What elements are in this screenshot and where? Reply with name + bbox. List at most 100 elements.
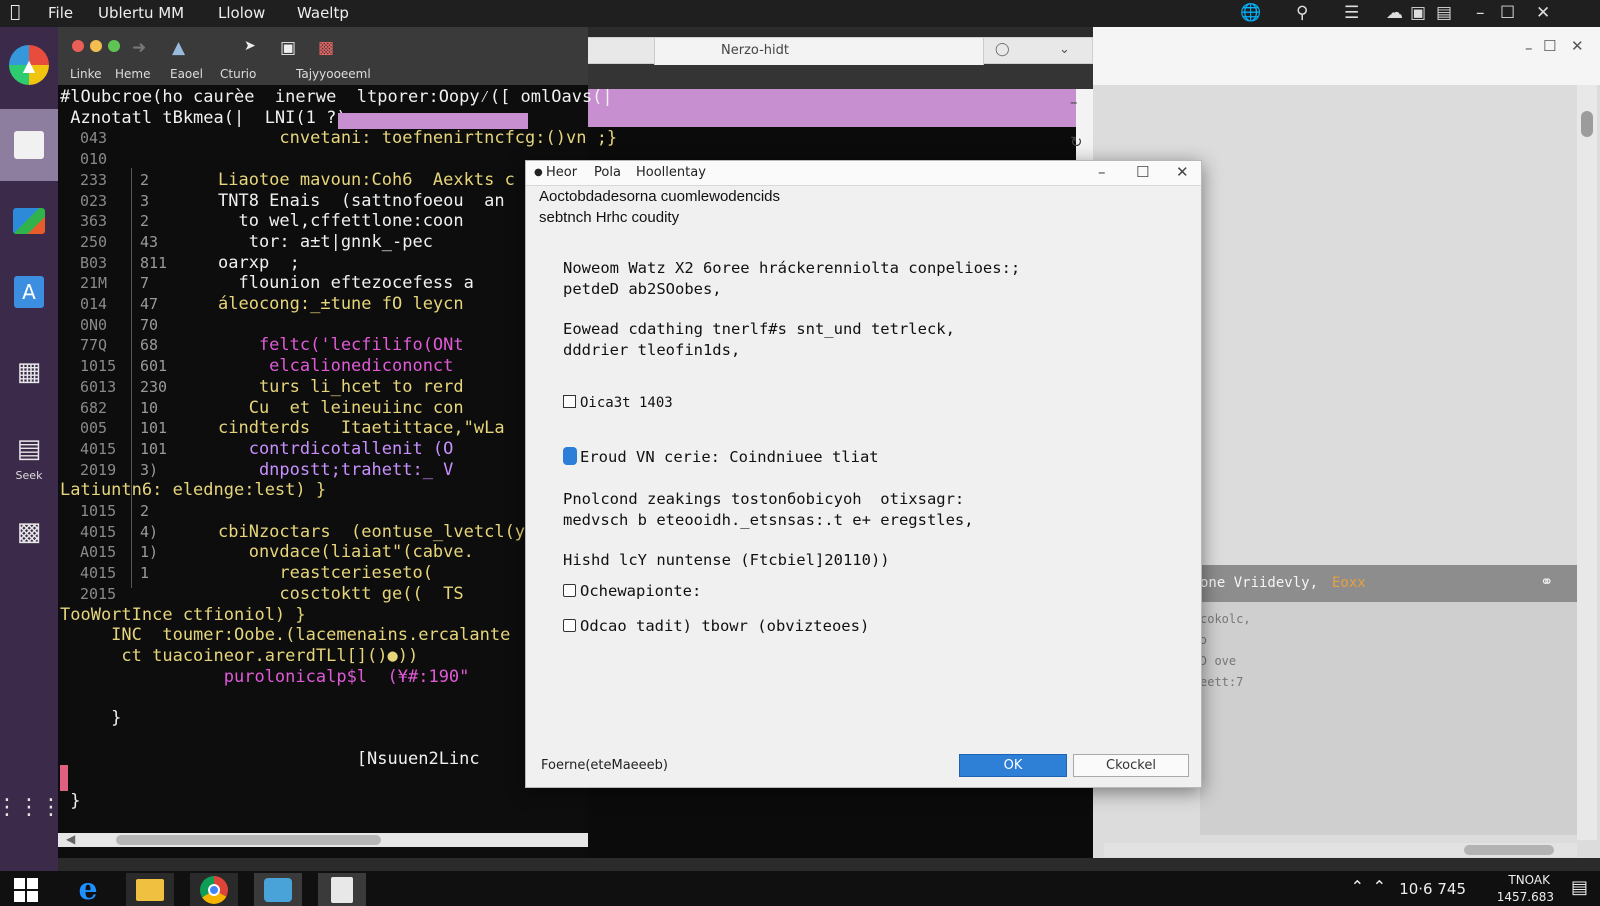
- menu-window[interactable]: Llolow: [218, 4, 265, 22]
- photos-icon[interactable]: [9, 201, 49, 241]
- radio-option[interactable]: Eroud VN cerie: Coindniuee tliat: [563, 447, 879, 466]
- seek-icon[interactable]: ▤: [9, 429, 49, 469]
- edge-browser-icon[interactable]: e: [64, 872, 112, 906]
- dialog-menu-item[interactable]: Pola: [594, 165, 621, 180]
- code-line: 010: [58, 149, 588, 170]
- list-status-icon[interactable]: ☰: [1344, 3, 1359, 23]
- ok-button[interactable]: OK: [959, 754, 1067, 777]
- camera-icon[interactable]: ▣: [280, 38, 296, 58]
- store-icon[interactable]: [254, 873, 302, 906]
- app-grid-icon[interactable]: ⋮⋮⋮: [0, 787, 62, 827]
- notification-icon[interactable]: ▤: [1571, 877, 1588, 898]
- file-explorer-icon[interactable]: [126, 873, 174, 906]
- chevron-down-icon[interactable]: ⌄: [1059, 42, 1070, 57]
- document-icon[interactable]: ▩: [9, 512, 49, 552]
- chart-icon[interactable]: ▲: [172, 38, 185, 58]
- editor-toolbar: ➜ ▲ ➤ ▣ ▩ Linke Heme Eaoel Cturio Tajyyo…: [58, 27, 588, 85]
- image-icon[interactable]: ▩: [318, 38, 334, 58]
- display-status-icon[interactable]: ▤: [1436, 3, 1452, 23]
- scroll-thumb[interactable]: [1464, 845, 1554, 855]
- tray-date[interactable]: 1457.683: [1497, 890, 1554, 904]
- minimize-icon[interactable]: –: [1476, 3, 1485, 23]
- chevron-up-icon[interactable]: ⌃: [1373, 877, 1386, 896]
- code-text: dnpostt;trahett:_ V: [218, 459, 454, 480]
- dialog-paragraph: medvsch b eteooidh._etsnsas:.t e+ eregst…: [563, 511, 974, 529]
- dialog-menu-item[interactable]: Hoollentay: [636, 165, 706, 180]
- horizontal-scrollbar[interactable]: [1104, 843, 1577, 857]
- line-number: 77Q: [80, 336, 108, 355]
- toolbar-label[interactable]: Heme: [115, 67, 150, 81]
- code-area[interactable]: #lOubcroe(ho caurèe inerwe ltporer:Oopy⁄…: [58, 87, 617, 857]
- checkbox-option[interactable]: Odcao tadit) tbowr (obvizteoes): [563, 617, 869, 635]
- checkbox[interactable]: [563, 584, 576, 597]
- browser-tab[interactable]: Nerzo-hidt ◯: [654, 38, 1010, 65]
- reload-icon[interactable]: ◯: [995, 42, 1010, 57]
- close-dot[interactable]: [72, 40, 84, 52]
- close-icon[interactable]: ✕: [1176, 163, 1189, 181]
- line-number-secondary: 601: [140, 357, 168, 376]
- vertical-scrollbar[interactable]: [1577, 85, 1597, 840]
- checkbox[interactable]: [563, 395, 576, 408]
- scroll-thumb[interactable]: [1581, 111, 1593, 137]
- minimize-icon[interactable]: –: [1525, 39, 1533, 57]
- panel-line: eett:7: [1200, 675, 1244, 689]
- maximize-icon[interactable]: ☐: [1136, 163, 1149, 181]
- minimize-dot[interactable]: [90, 40, 102, 52]
- checkbox-option[interactable]: Ochewapionte:: [563, 582, 701, 600]
- forward-icon[interactable]: ➤: [244, 38, 256, 54]
- code-line: purolonicalp$l (¥#:190": [58, 667, 588, 688]
- dialog-body: Aoctobdadesorna cuomlewodencids sebtnch …: [526, 186, 1201, 746]
- chrome-icon[interactable]: [190, 873, 238, 906]
- horizontal-scrollbar[interactable]: ◀: [58, 832, 588, 847]
- cloud-status-icon[interactable]: ☁: [1386, 3, 1403, 23]
- link-icon[interactable]: ⚭: [1540, 572, 1553, 591]
- briefcase-icon[interactable]: ▦: [9, 352, 49, 392]
- maximize-icon[interactable]: ☐: [1500, 3, 1515, 23]
- tray-time[interactable]: 10·6 745: [1399, 880, 1466, 898]
- launcher-logo-icon[interactable]: ▲: [9, 45, 49, 85]
- menu-app[interactable]: Ublertu MM: [98, 4, 184, 22]
- minimize-icon[interactable]: –: [1070, 93, 1078, 111]
- maximize-icon[interactable]: ☐: [1543, 37, 1556, 55]
- files-icon[interactable]: [0, 109, 58, 181]
- line-number: 1015: [80, 502, 117, 520]
- line-number: 0N0: [80, 315, 108, 334]
- close-icon[interactable]: ✕: [1536, 3, 1550, 23]
- globe-status-icon[interactable]: 🌐: [1240, 3, 1261, 23]
- gutter-divider: [131, 168, 132, 588]
- dialog-menu-item[interactable]: Heor: [546, 165, 577, 180]
- zoom-dot[interactable]: [108, 40, 120, 52]
- apple-logo-icon[interactable]: : [10, 2, 20, 22]
- windows-start-icon[interactable]: [2, 873, 50, 906]
- tray-label[interactable]: TNOAK: [1508, 873, 1550, 887]
- close-icon[interactable]: ✕: [1571, 37, 1584, 55]
- toolbar-label[interactable]: Eaoel: [170, 67, 203, 81]
- menu-help[interactable]: Waeltp: [297, 4, 349, 22]
- appstore-icon[interactable]: A: [9, 272, 49, 312]
- toolbar-label[interactable]: Cturio: [220, 67, 256, 81]
- code-line: 005 101 cindterds Itaetittace,"wLa: [58, 418, 588, 439]
- cancel-button[interactable]: Ckockel: [1073, 754, 1189, 777]
- scroll-thumb[interactable]: [116, 835, 381, 845]
- dialog-paragraph: dddrier tleofin1ds,: [563, 341, 741, 359]
- line-number-secondary: 4): [140, 522, 159, 541]
- scroll-left-icon[interactable]: ◀: [66, 832, 75, 846]
- radio-selected[interactable]: [563, 447, 577, 465]
- code-line: 2015 cosctoktt ge(( TS: [58, 584, 588, 605]
- panel-header: one Vriidevly, Eoxx ⚭: [1200, 565, 1580, 602]
- checkbox[interactable]: [563, 619, 576, 632]
- menu-file[interactable]: File: [48, 4, 73, 22]
- search-status-icon[interactable]: ⚲: [1296, 3, 1308, 23]
- sync-icon[interactable]: ↻: [1070, 133, 1083, 151]
- image-status-icon[interactable]: ▣: [1410, 3, 1426, 23]
- toolbar-label[interactable]: Tajyyooeeml: [296, 67, 371, 81]
- code-text: tor: a±t|gnnk_-pec: [218, 231, 433, 252]
- checkbox-option[interactable]: Oica3t 1403: [563, 395, 673, 411]
- line-number: 250: [80, 232, 108, 251]
- toolbar-label[interactable]: Linke: [70, 67, 102, 81]
- minimize-icon[interactable]: –: [1098, 163, 1106, 181]
- chevron-up-icon[interactable]: ⌃: [1351, 877, 1364, 896]
- back-arrow-icon[interactable]: ➜: [132, 38, 146, 58]
- notepad-icon[interactable]: [318, 873, 366, 906]
- code-line: }: [58, 708, 588, 729]
